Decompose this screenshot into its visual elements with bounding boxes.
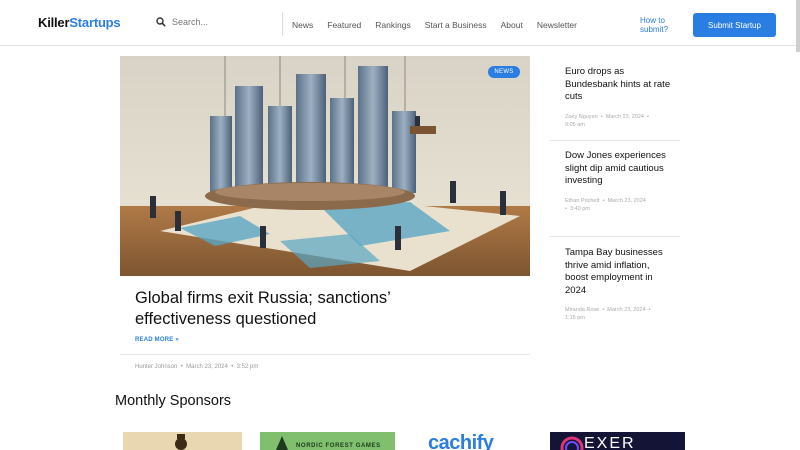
hero-author[interactable]: Hunter Johnson	[135, 364, 177, 370]
hero-article-title[interactable]: Global firms exit Russia; sanctions’ eff…	[135, 288, 465, 330]
side-article-meta: Miranda Rose • March 23, 2024 • 1:15 pm	[565, 307, 651, 321]
submit-startup-button[interactable]: Submit Startup	[693, 13, 776, 37]
side-date: March 23, 2024	[605, 113, 644, 120]
sponsor-name: EXER	[584, 435, 636, 450]
side-date: March 23, 2024	[607, 197, 646, 204]
sponsors-heading: Monthly Sponsors	[115, 393, 232, 409]
side-author[interactable]: Zoey Nguyen	[565, 114, 598, 120]
side-article: Euro drops as Bundesbank hints at rate c…	[565, 66, 675, 129]
side-author[interactable]: Ethan Prichett	[565, 198, 600, 204]
search-bar[interactable]	[156, 17, 282, 27]
sponsor-logo-1[interactable]	[123, 432, 242, 450]
side-author[interactable]: Miranda Rose	[565, 307, 599, 313]
side-time: 3:40 pm	[569, 205, 590, 212]
hero-time: 3:52 pm	[236, 364, 259, 370]
side-article-title[interactable]: Euro drops as Bundesbank hints at rate c…	[565, 66, 675, 104]
scrollbar[interactable]	[796, 0, 800, 52]
hero-date: March 23, 2024	[186, 364, 228, 370]
side-date: March 23, 2024	[607, 307, 646, 313]
search-icon	[156, 17, 166, 27]
logo-text-killer: Killer	[38, 15, 70, 30]
header-divider	[282, 12, 283, 36]
nav-newsletter[interactable]: Newsletter	[537, 20, 577, 30]
side-article-meta: Ethan Prichett • March 23, 2024 • 3:40 pm	[565, 197, 646, 212]
sponsor-logo-2[interactable]: NORDIC FOREST GAMES	[260, 432, 395, 450]
sponsor-logo-4[interactable]: EXER	[550, 432, 685, 450]
side-article-title[interactable]: Tampa Bay businesses thrive amid inflati…	[565, 247, 675, 297]
side-divider	[550, 236, 680, 237]
hero-image[interactable]	[120, 56, 530, 276]
logo-text-startups: Startups	[69, 15, 121, 30]
main-nav: News Featured Rankings Start a Business …	[292, 20, 591, 30]
nav-featured[interactable]: Featured	[327, 20, 361, 30]
read-more-link[interactable]: READ MORE »	[135, 337, 179, 343]
side-article-meta: Zoey Nguyen • March 23, 2024 • 9:05 am	[565, 113, 649, 128]
side-article: Dow Jones experiences slight dip amid ca…	[565, 150, 675, 213]
nav-rankings[interactable]: Rankings	[375, 20, 410, 30]
side-article-title[interactable]: Dow Jones experiences slight dip amid ca…	[565, 150, 675, 188]
sponsor-name: NORDIC FOREST GAMES	[296, 443, 381, 449]
sponsor-name: cachify	[428, 432, 494, 450]
site-header: KillerStartups News Featured Rankings St…	[0, 0, 800, 52]
sponsor-logo-3[interactable]: cachify	[420, 432, 525, 450]
site-logo[interactable]: KillerStartups	[38, 15, 121, 30]
side-time: 9:05 am	[565, 121, 585, 128]
nav-news[interactable]: News	[292, 20, 313, 30]
news-badge[interactable]: NEWS	[488, 66, 520, 78]
nav-start-a-business[interactable]: Start a Business	[425, 20, 487, 30]
nav-about[interactable]: About	[501, 20, 523, 30]
tree-icon	[276, 436, 288, 450]
hero-article-meta: Hunter Johnson • March 23, 2024 • 3:52 p…	[135, 364, 259, 370]
hero-divider	[120, 354, 530, 355]
side-article: Tampa Bay businesses thrive amid inflati…	[565, 247, 675, 322]
side-divider	[550, 140, 680, 141]
side-time: 1:15 pm	[565, 315, 585, 321]
search-input[interactable]	[172, 17, 282, 27]
sponsor-emblem-icon	[175, 434, 187, 450]
how-to-submit-link[interactable]: How to submit?	[640, 16, 680, 34]
hero-illustration	[120, 56, 530, 276]
